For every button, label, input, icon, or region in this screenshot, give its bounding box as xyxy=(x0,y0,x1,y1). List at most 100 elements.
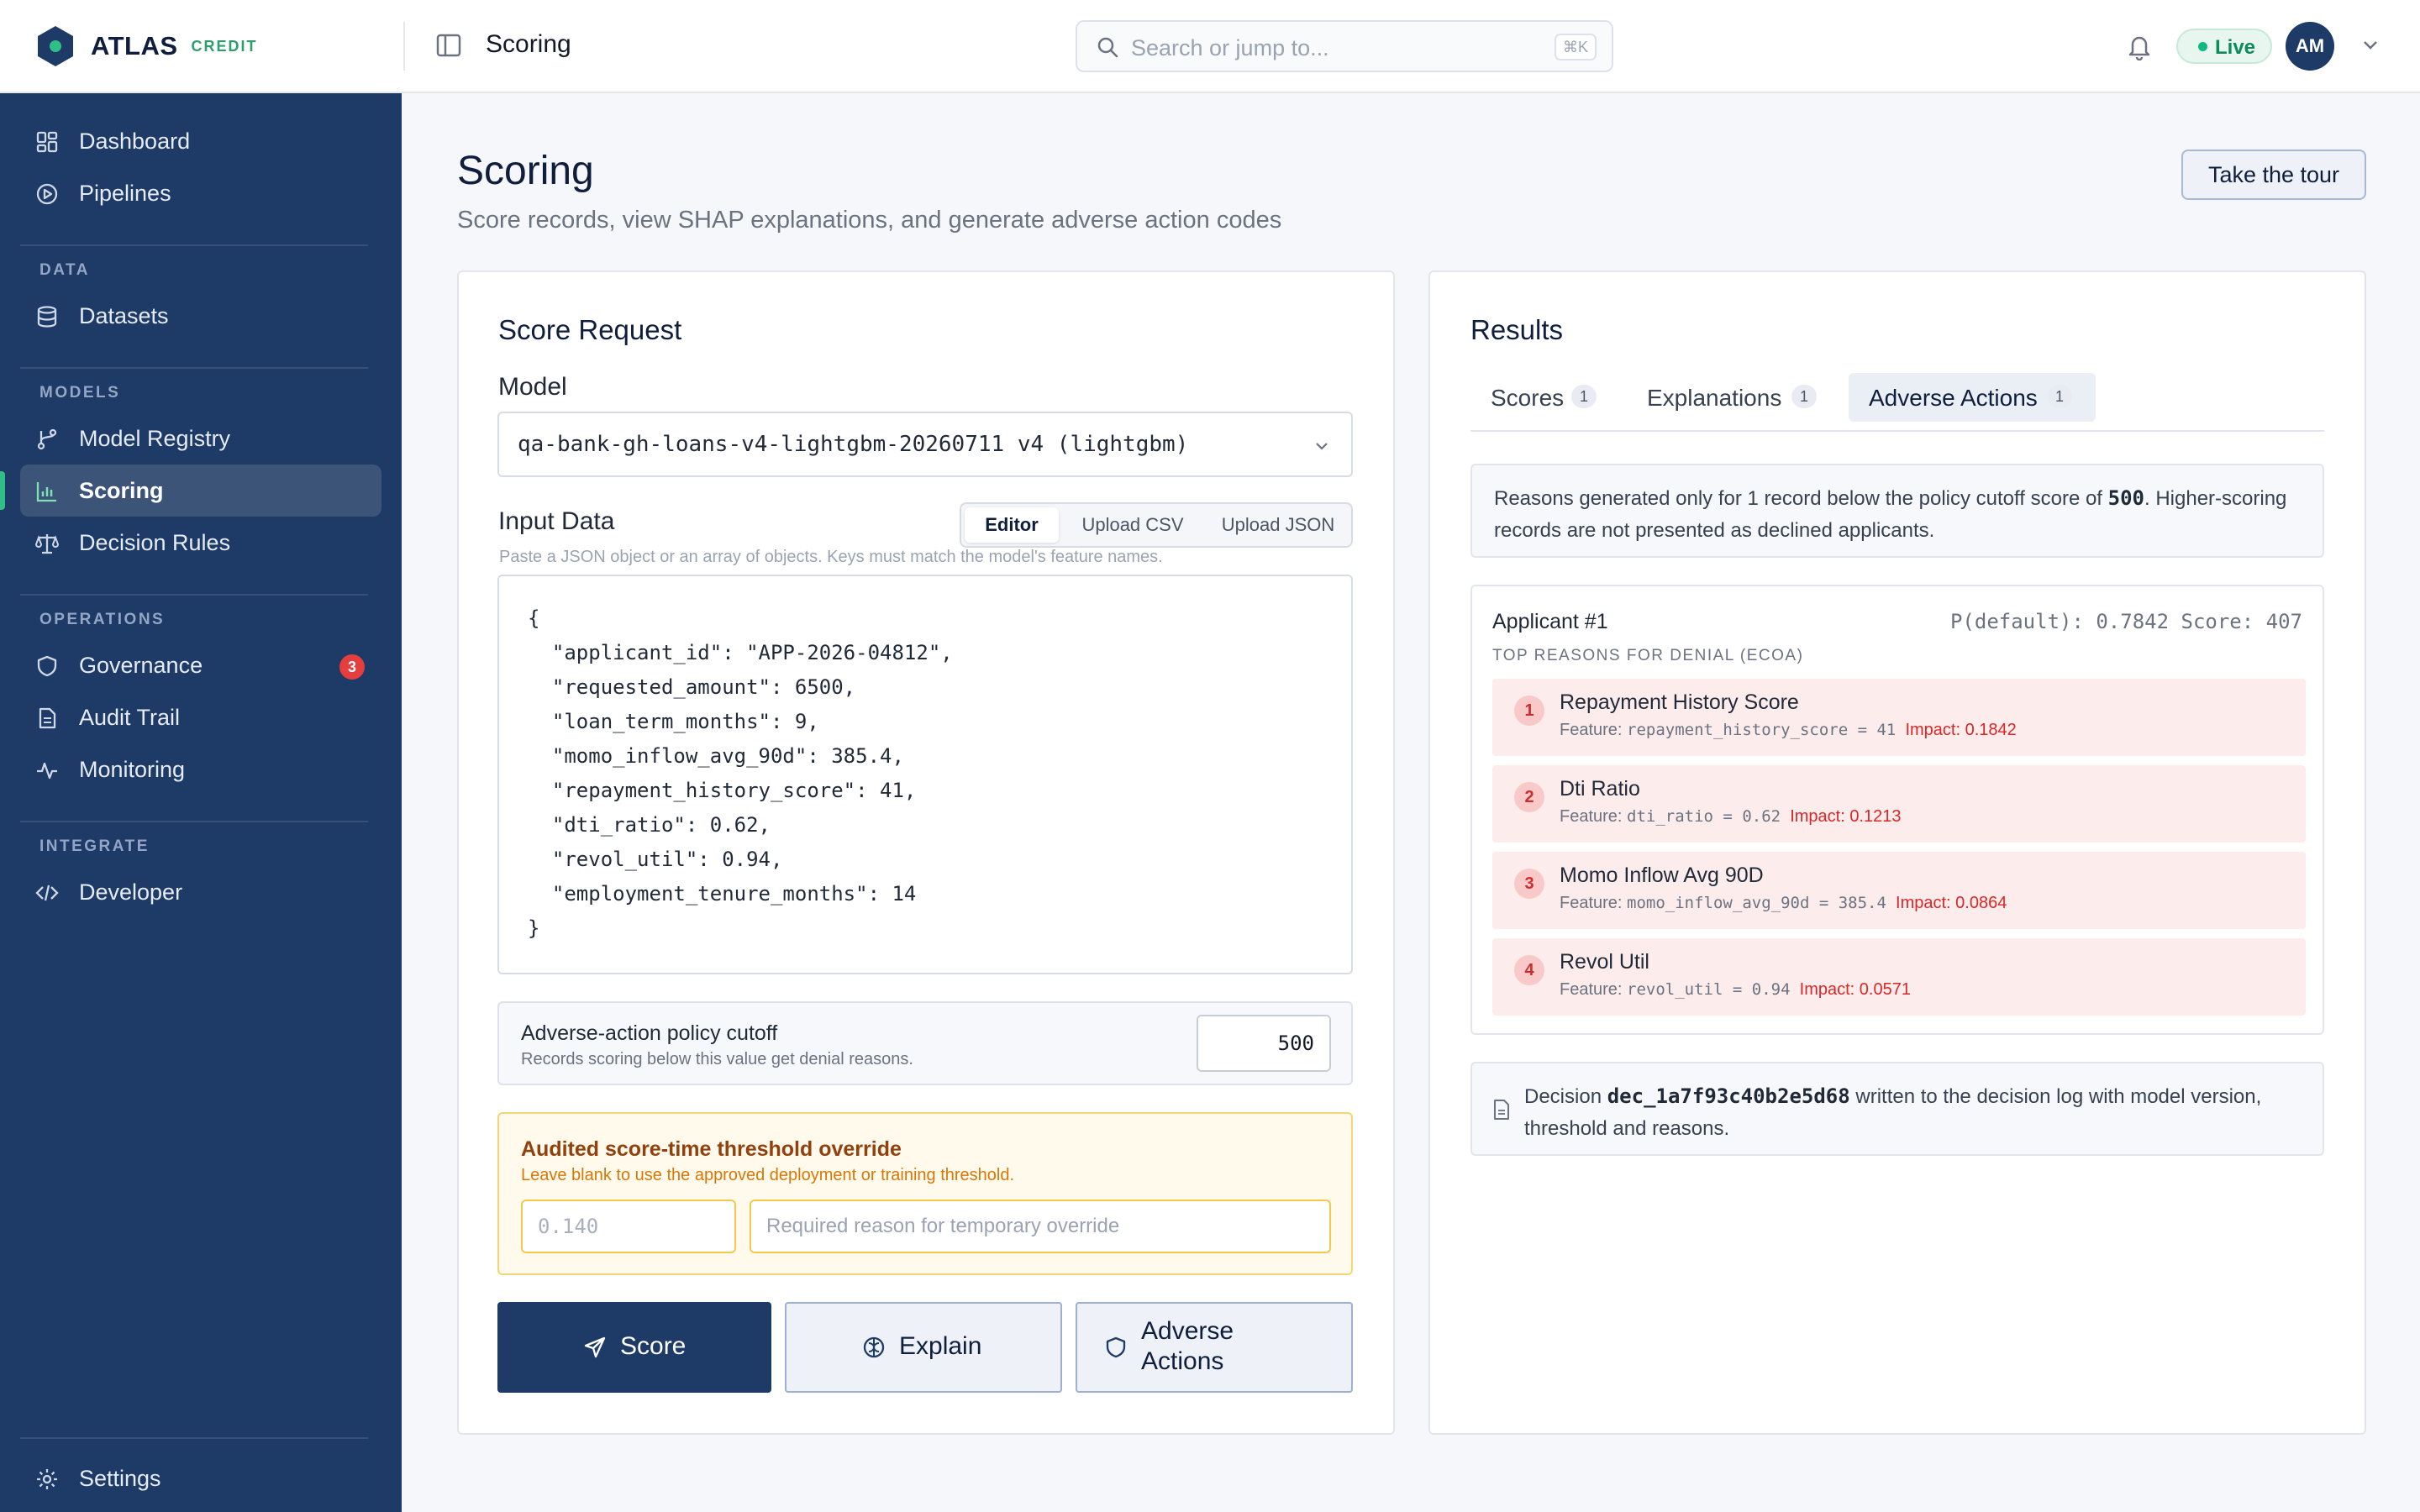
sidebar-item-governance[interactable]: Governance 3 xyxy=(20,639,381,691)
explain-button[interactable]: Explain xyxy=(785,1302,1062,1393)
chevron-down-icon xyxy=(1316,443,1328,450)
gear-icon xyxy=(37,1469,57,1489)
reason-rank: 1 xyxy=(1514,696,1544,726)
reason-feature: Feature: repayment_history_score = 41 Im… xyxy=(1560,721,2017,740)
code-line: "loan_term_months": 9, xyxy=(528,710,819,733)
override-title: Audited score-time threshold override xyxy=(521,1137,902,1161)
section-label-integrate: INTEGRATE xyxy=(39,837,150,855)
play-circle-icon xyxy=(36,183,58,205)
sidebar-item-monitoring[interactable]: Monitoring xyxy=(20,743,381,795)
bell-icon[interactable] xyxy=(2126,32,2153,60)
reason-rank: 3 xyxy=(1514,869,1544,899)
sidebar-item-label: Settings xyxy=(79,1466,161,1491)
sidebar-item-scoring[interactable]: Scoring xyxy=(0,465,381,517)
tab-count: 1 xyxy=(2047,385,2072,408)
tab-upload-csv[interactable]: Upload CSV xyxy=(1064,507,1202,543)
code-line: "momo_inflow_avg_90d": 385.4, xyxy=(528,744,904,768)
status-text: Live xyxy=(2215,36,2256,59)
json-editor[interactable]: { "applicant_id": "APP-2026-04812", "req… xyxy=(497,575,1353,974)
tab-editor[interactable]: Editor xyxy=(965,507,1059,543)
sidebar-item-developer[interactable]: Developer xyxy=(20,866,381,918)
divider xyxy=(403,22,405,71)
decision-text-pre: Decision xyxy=(1524,1085,1607,1108)
take-tour-button[interactable]: Take the tour xyxy=(2181,150,2366,200)
reason-title: Momo Inflow Avg 90D xyxy=(1560,864,1764,887)
breadcrumb: Scoring xyxy=(486,30,571,58)
tab-label: Explanations xyxy=(1647,385,1782,411)
reason-rank: 4 xyxy=(1514,955,1544,985)
impact-value: Impact: 0.0864 xyxy=(1896,894,2007,912)
cutoff-subtitle: Records scoring below this value get den… xyxy=(521,1050,913,1068)
feature-prefix: Feature: xyxy=(1560,980,1628,999)
score-button[interactable]: Score xyxy=(497,1302,771,1393)
input-data-label: Input Data xyxy=(498,507,615,535)
sidebar-item-model-registry[interactable]: Model Registry xyxy=(20,412,381,465)
code-line: "repayment_history_score": 41, xyxy=(528,779,917,802)
sidebar-item-label: Model Registry xyxy=(79,426,231,451)
reason-item: 4 Revol Util Feature: revol_util = 0.94 … xyxy=(1492,938,2306,1016)
divider xyxy=(20,1437,368,1439)
brand-sub: CREDIT xyxy=(191,37,258,55)
reasons-header: TOP REASONS FOR DENIAL (ECOA) xyxy=(1492,647,1804,664)
tab-scores[interactable]: Scores 1 xyxy=(1472,373,1603,422)
model-select[interactable]: qa-bank-gh-loans-v4-lightgbm-20260711 v4… xyxy=(497,412,1353,477)
decision-id[interactable]: dec_1a7f93c40b2e5d68 xyxy=(1607,1084,1850,1108)
feature-value: momo_inflow_avg_90d = 385.4 xyxy=(1627,894,1886,912)
divider xyxy=(20,594,368,596)
sidebar-item-label: Governance xyxy=(79,653,203,678)
top-bar: ATLAS CREDIT Scoring Search or jump to..… xyxy=(0,0,2420,93)
search-input[interactable]: Search or jump to... ⌘K xyxy=(1076,20,1613,72)
sidebar-item-audit-trail[interactable]: Audit Trail xyxy=(20,691,381,743)
code-line: "dti_ratio": 0.62, xyxy=(528,813,771,837)
override-reason-input[interactable]: Required reason for temporary override xyxy=(750,1200,1331,1253)
reason-rank: 2 xyxy=(1514,782,1544,812)
sidebar-toggle-icon[interactable] xyxy=(435,32,462,59)
tab-upload-json[interactable]: Upload JSON xyxy=(1207,507,1349,543)
cutoff-input[interactable]: 500 xyxy=(1197,1015,1331,1072)
applicant-score-meta: P(default): 0.7842 Score: 407 xyxy=(1949,610,2302,633)
section-label-models: MODELS xyxy=(39,384,121,402)
brain-icon xyxy=(863,1336,885,1358)
sidebar-item-label: Monitoring xyxy=(79,757,186,782)
brand-logo[interactable]: ATLAS CREDIT xyxy=(37,25,258,67)
database-icon xyxy=(37,306,57,328)
policy-cutoff-panel: Adverse-action policy cutoff Records sco… xyxy=(497,1001,1353,1085)
sidebar-item-settings[interactable]: Settings xyxy=(20,1452,381,1504)
adverse-actions-button[interactable]: Adverse Actions xyxy=(1076,1302,1353,1393)
divider xyxy=(20,244,368,246)
override-subtitle: Leave blank to use the approved deployme… xyxy=(521,1166,1015,1184)
sidebar: Dashboard Pipelines DATA Datasets MODELS… xyxy=(0,93,402,1512)
sidebar-item-decision-rules[interactable]: Decision Rules xyxy=(20,517,381,569)
decision-text: Decision dec_1a7f93c40b2e5d68 written to… xyxy=(1524,1080,2306,1145)
search-placeholder: Search or jump to... xyxy=(1131,35,1329,60)
input-mode-toggle: Editor Upload CSV Upload JSON xyxy=(960,502,1353,548)
adverse-button-label-line1: Adverse xyxy=(1141,1317,1234,1345)
tab-explanations[interactable]: Explanations 1 xyxy=(1628,373,1835,422)
file-icon xyxy=(1494,1100,1509,1120)
code-line: "employment_tenure_months": 14 xyxy=(528,882,917,906)
sidebar-item-dashboard[interactable]: Dashboard xyxy=(20,115,381,167)
code-line: "applicant_id": "APP-2026-04812", xyxy=(528,641,953,664)
reason-feature: Feature: revol_util = 0.94 Impact: 0.057… xyxy=(1560,980,1911,1000)
info-cutoff-value: 500 xyxy=(2107,486,2144,510)
sidebar-item-label: Audit Trail xyxy=(79,705,181,730)
chevron-down-icon[interactable] xyxy=(2361,35,2380,54)
tab-label: Adverse Actions xyxy=(1869,385,2038,411)
activity-icon xyxy=(37,762,57,780)
reason-feature: Feature: momo_inflow_avg_90d = 385.4 Imp… xyxy=(1560,894,2007,913)
sidebar-item-pipelines[interactable]: Pipelines xyxy=(20,167,381,219)
section-label-operations: OPERATIONS xyxy=(39,611,166,628)
hexagon-logo-icon xyxy=(38,26,73,66)
policy-info-banner: Reasons generated only for 1 record belo… xyxy=(1470,464,2324,558)
sidebar-item-datasets[interactable]: Datasets xyxy=(20,290,381,342)
sidebar-item-label: Dashboard xyxy=(79,129,191,154)
feature-value: repayment_history_score = 41 xyxy=(1627,721,1897,739)
document-icon xyxy=(39,707,56,729)
model-label: Model xyxy=(498,373,567,401)
reason-item: 2 Dti Ratio Feature: dti_ratio = 0.62 Im… xyxy=(1492,765,2306,843)
info-text-pre: Reasons generated only for 1 record belo… xyxy=(1494,487,2108,510)
code-icon xyxy=(35,885,59,901)
threshold-input[interactable]: 0.140 xyxy=(521,1200,736,1253)
tab-adverse-actions[interactable]: Adverse Actions 1 xyxy=(1849,373,2096,422)
avatar[interactable]: AM xyxy=(2286,22,2334,71)
